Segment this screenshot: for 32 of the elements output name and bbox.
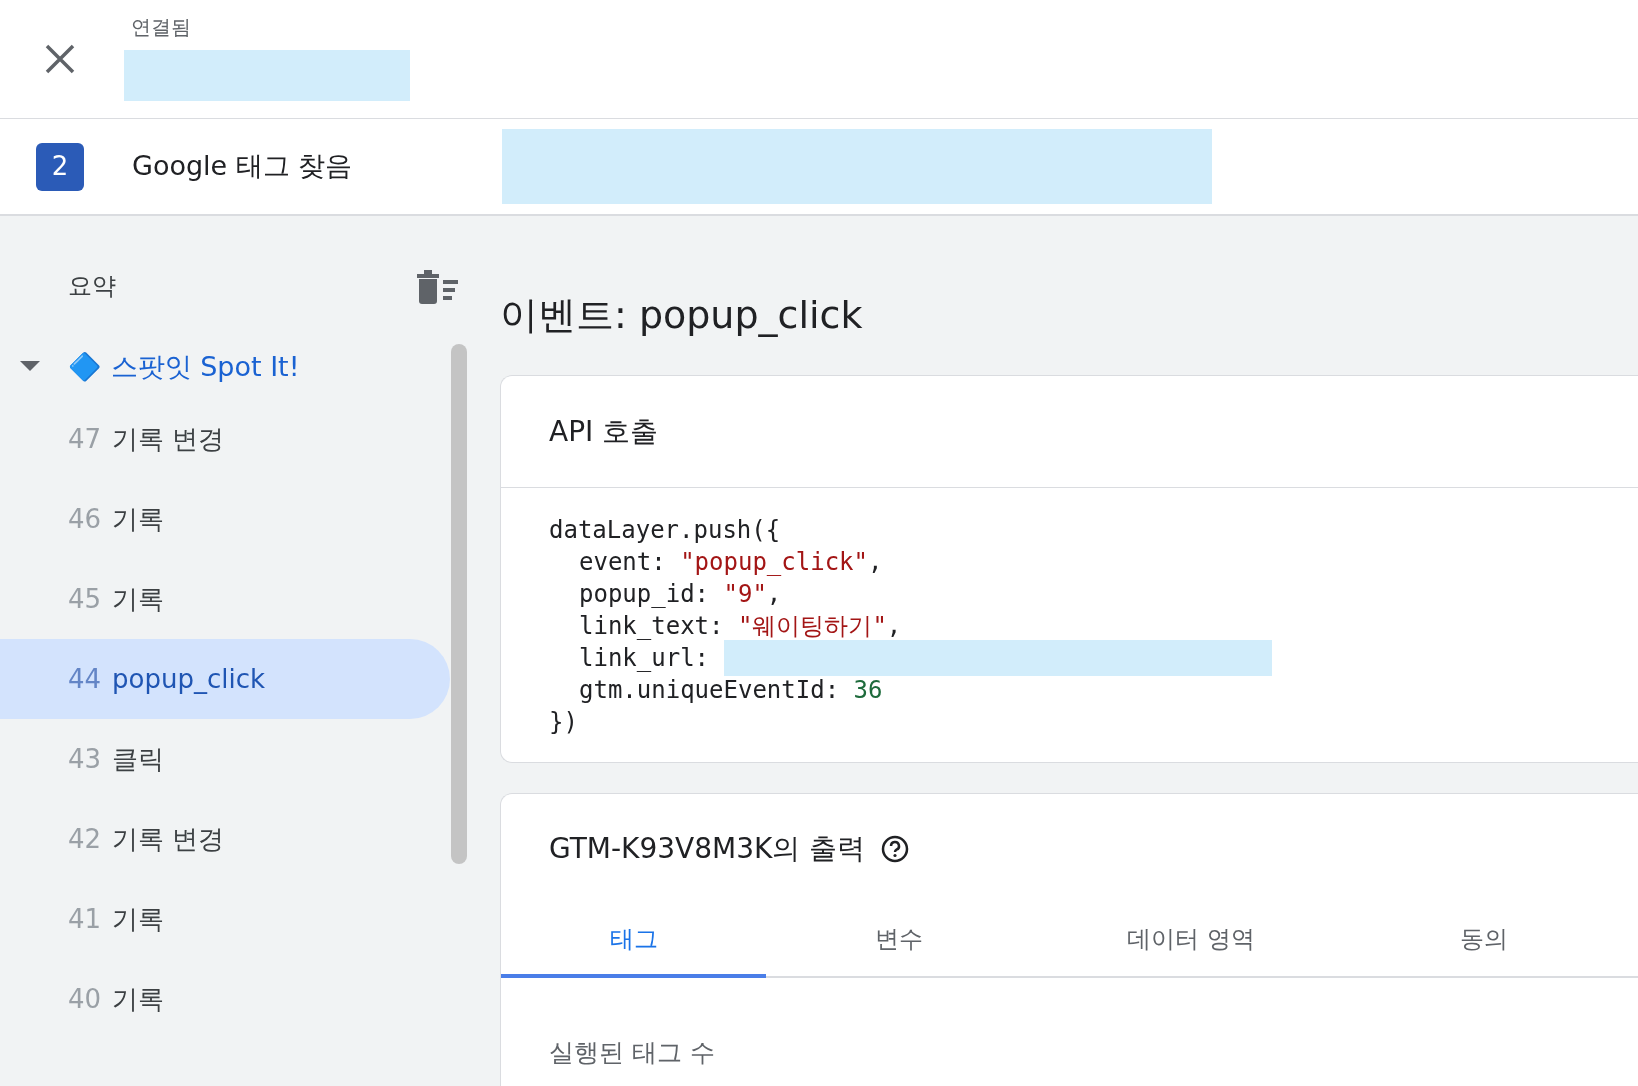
tab[interactable]: 데이터 영역: [1031, 904, 1351, 978]
event-item[interactable]: 43 클릭: [0, 719, 450, 799]
event-item[interactable]: 45 기록: [0, 559, 450, 639]
event-item[interactable]: 44 popup_click: [0, 639, 450, 719]
step-badge: 2: [36, 142, 84, 191]
connection-status: 연결됨: [131, 13, 192, 41]
code-line: link_text: "웨이팅하기",: [579, 611, 902, 642]
event-item[interactable]: 42 기록 변경: [0, 799, 450, 879]
section-label: 실행된 태그 수: [549, 1037, 716, 1069]
event-item[interactable]: 47 기록 변경: [0, 399, 450, 479]
tab[interactable]: 변수: [766, 904, 1031, 978]
event-item[interactable]: 41 기록: [0, 879, 450, 959]
code-line: popup_id: "9",: [579, 579, 782, 610]
container-label: 🔷 스팟잇 Spot It!: [68, 349, 300, 384]
tab[interactable]: 동의: [1351, 904, 1616, 978]
close-icon: [45, 44, 75, 74]
step-label: Google 태그 찾음: [132, 149, 354, 184]
event-title: 이벤트: popup_click: [500, 291, 864, 339]
clear-button[interactable]: [416, 268, 460, 304]
card-title: GTM-K93V8M3K의 출력: [549, 831, 866, 867]
summary-title: 요약: [68, 271, 116, 302]
tab[interactable]: 태그: [501, 904, 766, 978]
event-item[interactable]: 40 기록: [0, 959, 450, 1039]
card-title: API 호출: [549, 413, 659, 450]
code-line: link_url:: [579, 643, 711, 674]
code-line: gtm.uniqueEventId: 36: [579, 675, 883, 706]
code-line: }): [549, 707, 578, 738]
event-item[interactable]: 46 기록: [0, 479, 450, 559]
code-line: event: "popup_click",: [579, 547, 883, 578]
delete-list-icon: [416, 268, 460, 304]
help-icon: [881, 835, 910, 863]
code-line: dataLayer.push({: [549, 515, 781, 546]
